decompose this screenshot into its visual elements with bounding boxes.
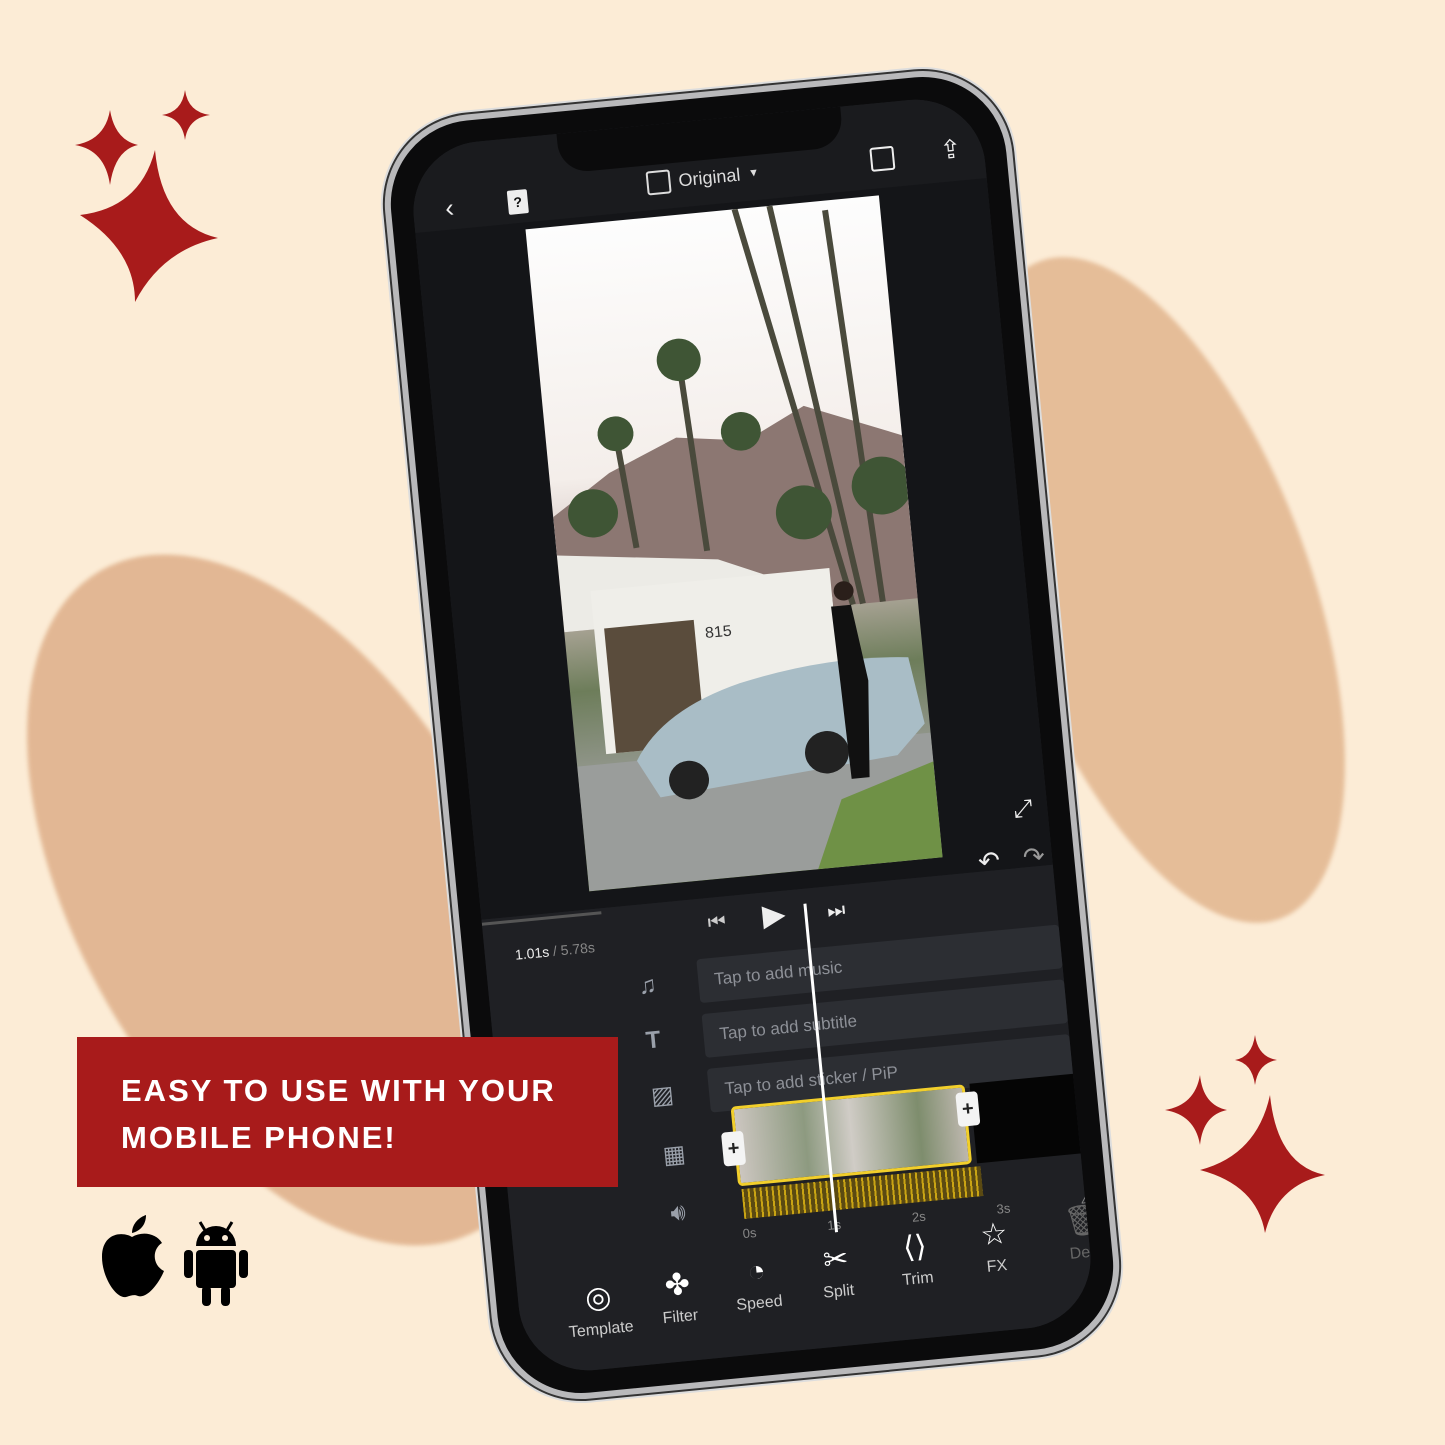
speedometer-icon: ◔ (745, 1254, 768, 1289)
add-clip-after-button[interactable]: + (955, 1091, 981, 1128)
house-number: 815 (704, 623, 732, 642)
text-add-icon[interactable]: T (645, 1026, 662, 1055)
skip-back-icon[interactable]: ⏮ (707, 910, 727, 934)
fx-star-icon: ☆ (979, 1216, 1009, 1253)
sparkle-icon (75, 90, 218, 302)
video-add-icon[interactable]: ▦ (662, 1139, 687, 1170)
trim-icon: ⟨⟩ (901, 1229, 929, 1265)
apple-icon (102, 1215, 164, 1298)
trim-button[interactable]: ⟨⟩ Trim (873, 1226, 958, 1292)
trash-icon: 🗑︎ (1062, 1202, 1097, 1240)
filter-icon: ✤ (663, 1267, 692, 1303)
next-clip[interactable] (969, 1069, 1097, 1164)
promo-banner: EASY TO USE WITH YOUR MOBILE PHONE! (77, 1037, 618, 1187)
skip-forward-icon[interactable]: ⏭ (826, 899, 846, 923)
template-button[interactable]: ◎ Template (557, 1277, 642, 1343)
phone-mockup: ‹ ? Original ▼ ⇪ 815 ⤢ ↶ ↷ ⏮ ▶ ⏭ 1.01s /… (376, 62, 1128, 1408)
redo-icon[interactable]: ↷ (1022, 841, 1047, 873)
split-button[interactable]: ✂ Split (794, 1239, 879, 1305)
undo-icon[interactable]: ↶ (977, 845, 1002, 877)
sticker-add-icon[interactable]: ▨ (650, 1080, 675, 1111)
music-add-icon[interactable]: ♫ (637, 971, 658, 1001)
help-book-icon[interactable]: ? (506, 189, 529, 215)
speed-button[interactable]: ◔ Speed (715, 1251, 800, 1316)
sparkle-icon (1165, 1035, 1325, 1233)
fx-button[interactable]: ☆ FX (953, 1213, 1038, 1279)
add-clip-before-button[interactable]: + (720, 1130, 747, 1167)
video-preview[interactable]: 815 (525, 195, 943, 892)
save-icon[interactable] (869, 145, 896, 172)
scissors-icon: ✂ (821, 1242, 850, 1278)
template-icon: ◎ (583, 1280, 613, 1316)
filter-button[interactable]: ✤ Filter (636, 1264, 721, 1330)
caret-down-icon: ▼ (747, 166, 760, 180)
aspect-ratio-selector[interactable]: Original ▼ (645, 161, 761, 196)
expand-icon[interactable]: ⤢ (1012, 795, 1034, 824)
android-icon (184, 1221, 248, 1306)
play-icon[interactable]: ▶ (761, 898, 787, 933)
export-icon[interactable]: ⇪ (938, 133, 963, 165)
delete-button[interactable]: 🗑︎ Dele (1042, 1200, 1097, 1266)
preview-photo: 815 (553, 205, 943, 892)
chevron-left-icon[interactable]: ‹ (444, 192, 456, 223)
volume-icon[interactable]: 🔊︎ (669, 1199, 687, 1228)
aspect-square-icon (645, 169, 672, 196)
